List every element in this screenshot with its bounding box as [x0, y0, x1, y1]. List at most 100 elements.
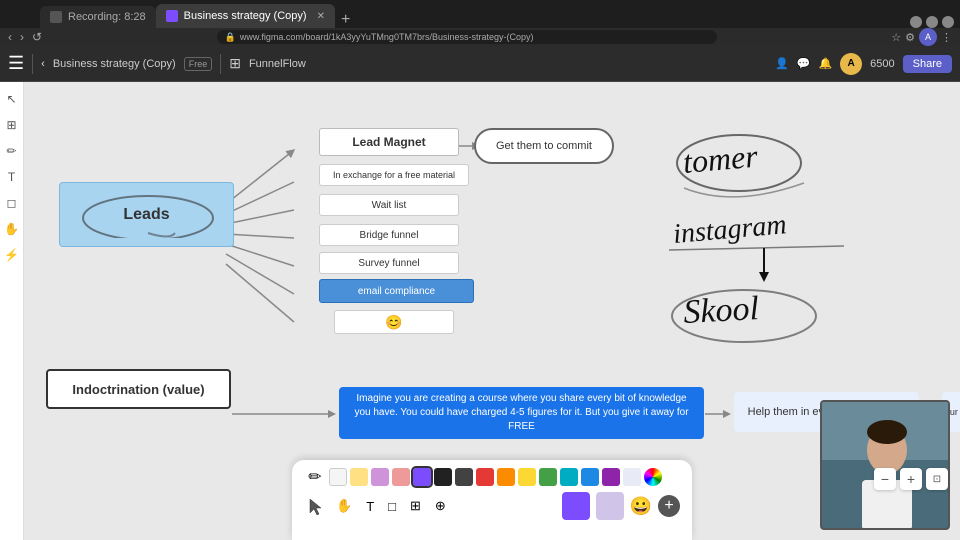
- email-compliance-label: email compliance: [358, 286, 435, 297]
- text-tool[interactable]: T: [362, 497, 378, 516]
- survey-funnel-node[interactable]: Survey funnel: [319, 252, 459, 274]
- sidebar-icon-plugin[interactable]: ⚡: [3, 246, 21, 264]
- tab-close-button[interactable]: ✕: [317, 11, 325, 22]
- share-icon: 👤: [775, 57, 789, 70]
- color-blue[interactable]: [581, 468, 599, 486]
- back-button[interactable]: ‹: [8, 30, 12, 44]
- comment-icon[interactable]: 💬: [797, 57, 811, 70]
- hand-tool[interactable]: ✋: [332, 496, 356, 516]
- toolbar-sep2: [220, 54, 221, 74]
- cursor-icon: [304, 495, 326, 517]
- blue-text-box[interactable]: Imagine you are creating a course where …: [339, 387, 704, 439]
- extensions-icon[interactable]: ⚙: [905, 31, 915, 44]
- close-button[interactable]: [942, 16, 954, 28]
- sidebar-icon-text[interactable]: T: [3, 168, 21, 186]
- user-avatar[interactable]: A: [840, 53, 862, 75]
- bookmark-icon[interactable]: ☆: [891, 31, 901, 44]
- funnel-flow-label: FunnelFlow: [249, 58, 306, 70]
- sidebar-icon-cursor[interactable]: ↖: [3, 90, 21, 108]
- figma-toolbar: ☰ ‹ Business strategy (Copy) Free ⊞ Funn…: [0, 46, 960, 82]
- color-black[interactable]: [434, 468, 452, 486]
- bridge-funnel-node[interactable]: Bridge funnel: [319, 224, 459, 246]
- url-text: www.figma.com/board/1kA3yyYuTMng0TM7brs/…: [240, 32, 534, 42]
- new-tab-button[interactable]: +: [341, 12, 350, 28]
- color-orange[interactable]: [497, 468, 515, 486]
- reload-button[interactable]: ↺: [32, 30, 42, 44]
- leads-node[interactable]: Leads: [59, 182, 234, 247]
- sidebar-icon-shape[interactable]: ◻: [3, 194, 21, 212]
- color-yellow[interactable]: [350, 468, 368, 486]
- blue-text-content: Imagine you are creating a course where …: [349, 392, 694, 434]
- email-compliance-node[interactable]: email compliance: [319, 279, 474, 303]
- toolbar-right: 👤 💬 🔔 A 6500 Share: [775, 53, 952, 75]
- menu-button[interactable]: ⋮: [941, 31, 952, 44]
- leads-oval: [70, 188, 225, 238]
- maximize-button[interactable]: [926, 16, 938, 28]
- share-button[interactable]: Share: [903, 55, 952, 73]
- color-lavender[interactable]: [623, 468, 641, 486]
- table-tool[interactable]: ⊞: [406, 496, 425, 516]
- url-input[interactable]: 🔒 www.figma.com/board/1kA3yyYuTMng0TM7br…: [217, 30, 717, 44]
- color-violet[interactable]: [413, 468, 431, 486]
- tab-bar: Recording: 8:28 Business strategy (Copy)…: [0, 0, 960, 28]
- sidebar-icon-frame[interactable]: ⊞: [3, 116, 21, 134]
- file-name-label: Business strategy (Copy): [53, 58, 176, 70]
- profile-avatar[interactable]: A: [919, 28, 937, 46]
- add-tool-button[interactable]: +: [658, 495, 680, 517]
- color-red[interactable]: [476, 468, 494, 486]
- toolbar-separator: [32, 54, 33, 74]
- lead-magnet-label: Lead Magnet: [352, 135, 425, 149]
- get-commit-node[interactable]: Get them to commit: [474, 128, 614, 164]
- canvas-content: Leads Lead Magnet In exchange for a free…: [24, 82, 960, 540]
- back-to-files[interactable]: ‹: [41, 58, 45, 70]
- active-color-swatch[interactable]: [562, 492, 590, 520]
- lead-magnet-node[interactable]: Lead Magnet: [319, 128, 459, 156]
- emoji-node[interactable]: 😊: [334, 310, 454, 334]
- funnel-flow-icon[interactable]: ⊞: [229, 55, 241, 72]
- notification-icon[interactable]: 🔔: [818, 57, 832, 70]
- fit-button[interactable]: ⊡: [926, 468, 948, 490]
- free-badge: Free: [184, 57, 213, 71]
- figma-menu-icon[interactable]: ☰: [8, 53, 24, 74]
- color-wheel[interactable]: [644, 468, 662, 486]
- color-purple-light[interactable]: [371, 468, 389, 486]
- tab-favicon-inactive: [50, 11, 62, 23]
- color-dark-gray[interactable]: [455, 468, 473, 486]
- webcam-feed: [820, 400, 950, 530]
- exchange-node[interactable]: In exchange for a free material: [319, 164, 469, 186]
- color-cyan[interactable]: [560, 468, 578, 486]
- tab-inactive-label: Recording: 8:28: [68, 11, 146, 23]
- wait-list-node[interactable]: Wait list: [319, 194, 459, 216]
- forward-button[interactable]: ›: [20, 30, 24, 44]
- indoctrination-node[interactable]: Indoctrination (value): [46, 369, 231, 409]
- exchange-label: In exchange for a free material: [333, 170, 455, 180]
- emoji-label: 😊: [385, 314, 402, 331]
- tab-active[interactable]: Business strategy (Copy) ✕: [156, 4, 335, 28]
- color-green[interactable]: [539, 468, 557, 486]
- tab-inactive[interactable]: Recording: 8:28: [40, 6, 156, 28]
- zoom-in-button[interactable]: +: [900, 468, 922, 490]
- zoom-controls: − + ⊡: [874, 468, 948, 490]
- color-yellow2[interactable]: [518, 468, 536, 486]
- cursor-tool[interactable]: [304, 495, 326, 517]
- zoom-out-button[interactable]: −: [874, 468, 896, 490]
- sidebar-icon-pen[interactable]: ✏: [3, 142, 21, 160]
- tab-favicon-active: [166, 10, 178, 22]
- color-purple[interactable]: [602, 468, 620, 486]
- webcam-person: [822, 402, 948, 528]
- wait-list-label: Wait list: [372, 200, 407, 211]
- sidebar-icon-hand[interactable]: ✋: [3, 220, 21, 238]
- browser-chrome: Recording: 8:28 Business strategy (Copy)…: [0, 0, 960, 46]
- color-white[interactable]: [329, 468, 347, 486]
- color-pink[interactable]: [392, 468, 410, 486]
- secondary-color-swatch[interactable]: [596, 492, 624, 520]
- drawing-toolbar: ✏: [292, 460, 692, 540]
- color-palette: ✏: [304, 466, 680, 488]
- emoji-sticker-button[interactable]: 😀: [630, 496, 652, 517]
- bridge-funnel-label: Bridge funnel: [360, 230, 419, 241]
- rect-tool[interactable]: □: [384, 497, 400, 516]
- tab-active-label: Business strategy (Copy): [184, 10, 307, 22]
- person-tool[interactable]: ⊕: [431, 496, 450, 516]
- minimize-button[interactable]: [910, 16, 922, 28]
- pen-tool-icon[interactable]: ✏: [304, 466, 326, 488]
